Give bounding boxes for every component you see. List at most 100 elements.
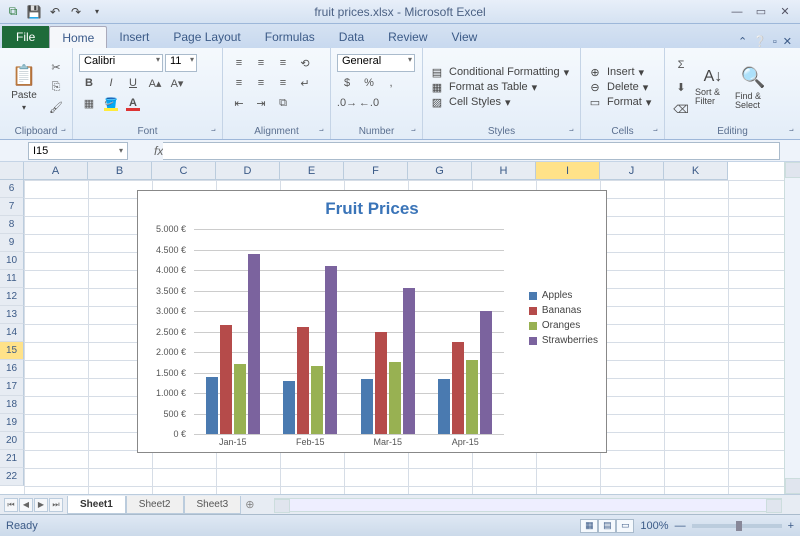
decrease-indent-icon[interactable]: ⇤ [229, 94, 249, 112]
sheet-tab[interactable]: Sheet2 [126, 496, 184, 514]
align-center-icon[interactable]: ≡ [251, 74, 271, 92]
orientation-icon[interactable]: ⟲ [295, 54, 315, 72]
horizontal-scrollbar[interactable] [274, 498, 782, 512]
copy-icon[interactable]: ⎘ [46, 78, 66, 96]
autosum-icon[interactable]: Σ [671, 56, 691, 74]
wrap-text-icon[interactable]: ↵ [295, 74, 315, 92]
row-header[interactable]: 17 [0, 378, 24, 396]
column-header[interactable]: D [216, 162, 280, 180]
decrease-decimal-icon[interactable]: ←.0 [359, 94, 379, 112]
minimize-ribbon-icon[interactable]: ⌃ [738, 35, 747, 48]
column-header[interactable]: A [24, 162, 88, 180]
restore-icon[interactable]: ▭ [750, 4, 772, 20]
column-header[interactable]: I [536, 162, 600, 180]
name-box[interactable]: I15▾ [28, 142, 128, 160]
row-header[interactable]: 7 [0, 198, 24, 216]
font-name-combo[interactable]: Calibri [79, 54, 163, 72]
sheet-tab[interactable]: Sheet3 [184, 496, 242, 514]
merge-icon[interactable]: ⧉ [273, 94, 293, 112]
grow-font-icon[interactable]: A▴ [145, 74, 165, 92]
find-select-button[interactable]: 🔍Find & Select [735, 50, 771, 124]
save-icon[interactable]: 💾 [25, 3, 43, 21]
new-sheet-icon[interactable]: ⊕ [245, 498, 254, 511]
conditional-formatting-button[interactable]: ▤Conditional Formatting ▾ [429, 66, 569, 79]
cut-icon[interactable]: ✂ [46, 58, 66, 76]
underline-button[interactable]: U [123, 74, 143, 92]
workbook-close-icon[interactable]: ✕ [783, 35, 792, 48]
format-painter-icon[interactable]: 🖌 [46, 98, 66, 116]
row-header[interactable]: 6 [0, 180, 24, 198]
row-header[interactable]: 21 [0, 450, 24, 468]
worksheet-grid[interactable]: ABCDEFGHIJK 6789101112131415161718192021… [0, 162, 800, 494]
tab-data[interactable]: Data [327, 26, 376, 48]
embedded-chart[interactable]: Fruit Prices 0 €500 €1.000 €1.500 €2.000… [137, 190, 607, 453]
shrink-font-icon[interactable]: A▾ [167, 74, 187, 92]
file-tab[interactable]: File [2, 26, 49, 48]
tab-view[interactable]: View [440, 26, 490, 48]
cell-styles-button[interactable]: ▨Cell Styles ▾ [429, 96, 569, 109]
column-header[interactable]: H [472, 162, 536, 180]
tab-first-icon[interactable]: ⏮ [4, 498, 18, 512]
row-header[interactable]: 18 [0, 396, 24, 414]
comma-icon[interactable]: , [381, 74, 401, 92]
align-bottom-icon[interactable]: ≡ [273, 54, 293, 72]
font-color-icon[interactable]: A [123, 94, 143, 112]
tab-formulas[interactable]: Formulas [253, 26, 327, 48]
row-header[interactable]: 11 [0, 270, 24, 288]
window-restore-icon[interactable]: ▫ [773, 36, 777, 48]
tab-last-icon[interactable]: ⏭ [49, 498, 63, 512]
delete-cells-button[interactable]: ⊖Delete ▾ [587, 81, 651, 94]
fill-color-icon[interactable]: 🪣 [101, 94, 121, 112]
column-header[interactable]: G [408, 162, 472, 180]
paste-button[interactable]: 📋Paste▾ [6, 50, 42, 124]
percent-icon[interactable]: % [359, 74, 379, 92]
align-top-icon[interactable]: ≡ [229, 54, 249, 72]
align-middle-icon[interactable]: ≡ [251, 54, 271, 72]
increase-indent-icon[interactable]: ⇥ [251, 94, 271, 112]
sheet-tab[interactable]: Sheet1 [67, 496, 126, 514]
font-size-combo[interactable]: 11 [165, 54, 197, 72]
tab-next-icon[interactable]: ▶ [34, 498, 48, 512]
clear-icon[interactable]: ⌫ [671, 100, 691, 118]
tab-home[interactable]: Home [49, 26, 107, 48]
insert-cells-button[interactable]: ⊕Insert ▾ [587, 66, 651, 79]
redo-icon[interactable]: ↷ [67, 3, 85, 21]
undo-icon[interactable]: ↶ [46, 3, 64, 21]
help-icon[interactable]: ❔ [753, 35, 767, 48]
minimize-icon[interactable]: — [726, 4, 748, 20]
align-right-icon[interactable]: ≡ [273, 74, 293, 92]
vertical-scrollbar[interactable] [784, 162, 800, 494]
zoom-slider[interactable] [692, 524, 782, 528]
zoom-out-icon[interactable]: — [675, 520, 686, 532]
tab-insert[interactable]: Insert [107, 26, 161, 48]
formula-input[interactable] [163, 142, 780, 160]
tab-page-layout[interactable]: Page Layout [161, 26, 252, 48]
increase-decimal-icon[interactable]: .0→ [337, 94, 357, 112]
row-header[interactable]: 10 [0, 252, 24, 270]
column-header[interactable]: K [664, 162, 728, 180]
format-cells-button[interactable]: ▭Format ▾ [587, 96, 651, 109]
zoom-level[interactable]: 100% [640, 520, 668, 532]
row-header[interactable]: 20 [0, 432, 24, 450]
row-header[interactable]: 14 [0, 324, 24, 342]
select-all-corner[interactable] [0, 162, 24, 180]
column-header[interactable]: E [280, 162, 344, 180]
row-header[interactable]: 8 [0, 216, 24, 234]
row-header[interactable]: 22 [0, 468, 24, 486]
column-header[interactable]: J [600, 162, 664, 180]
column-header[interactable]: B [88, 162, 152, 180]
fill-icon[interactable]: ⬇ [671, 78, 691, 96]
sort-filter-button[interactable]: A↓Sort & Filter [695, 50, 731, 124]
row-header[interactable]: 13 [0, 306, 24, 324]
row-header[interactable]: 12 [0, 288, 24, 306]
column-header[interactable]: C [152, 162, 216, 180]
number-format-combo[interactable]: General [337, 54, 415, 72]
column-header[interactable]: F [344, 162, 408, 180]
row-header[interactable]: 16 [0, 360, 24, 378]
close-icon[interactable]: ✕ [774, 4, 796, 20]
tab-prev-icon[interactable]: ◀ [19, 498, 33, 512]
border-icon[interactable]: ▦ [79, 94, 99, 112]
align-left-icon[interactable]: ≡ [229, 74, 249, 92]
format-as-table-button[interactable]: ▦Format as Table ▾ [429, 81, 569, 94]
fx-icon[interactable]: fx [154, 144, 163, 158]
